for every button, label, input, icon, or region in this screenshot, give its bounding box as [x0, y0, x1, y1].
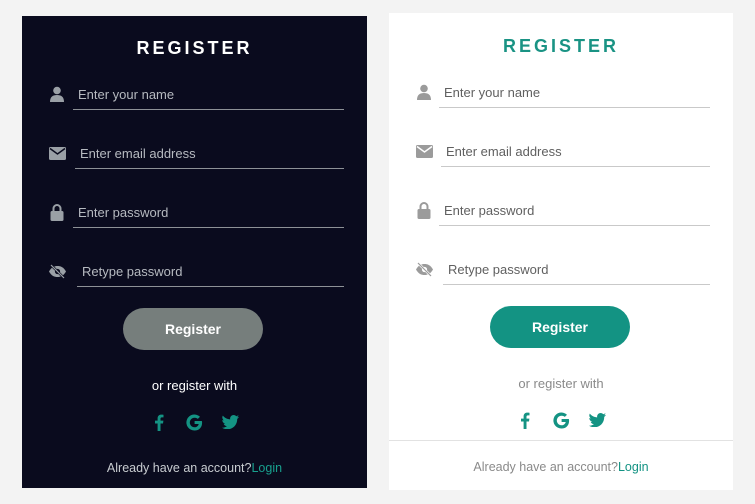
- user-icon: [414, 82, 434, 102]
- register-card-dark: REGISTER Register or register with: [22, 16, 367, 488]
- envelope-icon: [47, 143, 67, 163]
- facebook-icon[interactable]: [515, 410, 535, 430]
- footer-divider: [389, 440, 733, 441]
- register-card-light: REGISTER Register or register with: [389, 13, 733, 490]
- form-title: REGISTER: [502, 36, 619, 56]
- password-field: [414, 196, 710, 226]
- login-prompt: Already have an account?Login: [389, 460, 733, 474]
- email-field: [414, 137, 710, 167]
- name-field: [47, 80, 344, 110]
- register-button[interactable]: Register: [123, 308, 263, 350]
- name-input[interactable]: [73, 80, 344, 110]
- register-button[interactable]: Register: [490, 306, 630, 348]
- google-icon[interactable]: [185, 412, 205, 432]
- twitter-icon[interactable]: [587, 410, 607, 430]
- retype-password-input[interactable]: [77, 257, 344, 287]
- login-prompt: Already have an account?Login: [22, 461, 367, 475]
- login-prompt-text: Already have an account?: [473, 460, 618, 474]
- social-login-group: [22, 412, 367, 432]
- retype-password-field: [414, 255, 710, 285]
- email-field: [47, 139, 344, 169]
- retype-password-input[interactable]: [443, 255, 710, 285]
- retype-password-field: [47, 257, 344, 287]
- facebook-icon[interactable]: [149, 412, 169, 432]
- eye-slash-icon[interactable]: [47, 261, 67, 281]
- lock-icon: [414, 200, 434, 220]
- user-icon: [47, 84, 67, 104]
- google-icon[interactable]: [551, 410, 571, 430]
- envelope-icon: [414, 141, 434, 161]
- email-input[interactable]: [75, 139, 344, 169]
- login-prompt-text: Already have an account?: [106, 461, 252, 475]
- form-title: REGISTER: [136, 38, 253, 58]
- or-register-with-text: or register with: [518, 376, 604, 391]
- name-field: [414, 78, 710, 108]
- password-input[interactable]: [439, 196, 710, 226]
- eye-slash-icon[interactable]: [414, 259, 434, 279]
- email-input[interactable]: [441, 137, 710, 167]
- name-input[interactable]: [439, 78, 710, 108]
- login-link[interactable]: Login: [618, 460, 649, 474]
- password-field: [47, 198, 344, 228]
- twitter-icon[interactable]: [221, 412, 241, 432]
- login-link[interactable]: Login: [251, 461, 282, 475]
- lock-icon: [47, 202, 67, 222]
- or-register-with-text: or register with: [151, 378, 238, 393]
- social-login-group: [389, 410, 733, 430]
- password-input[interactable]: [73, 198, 344, 228]
